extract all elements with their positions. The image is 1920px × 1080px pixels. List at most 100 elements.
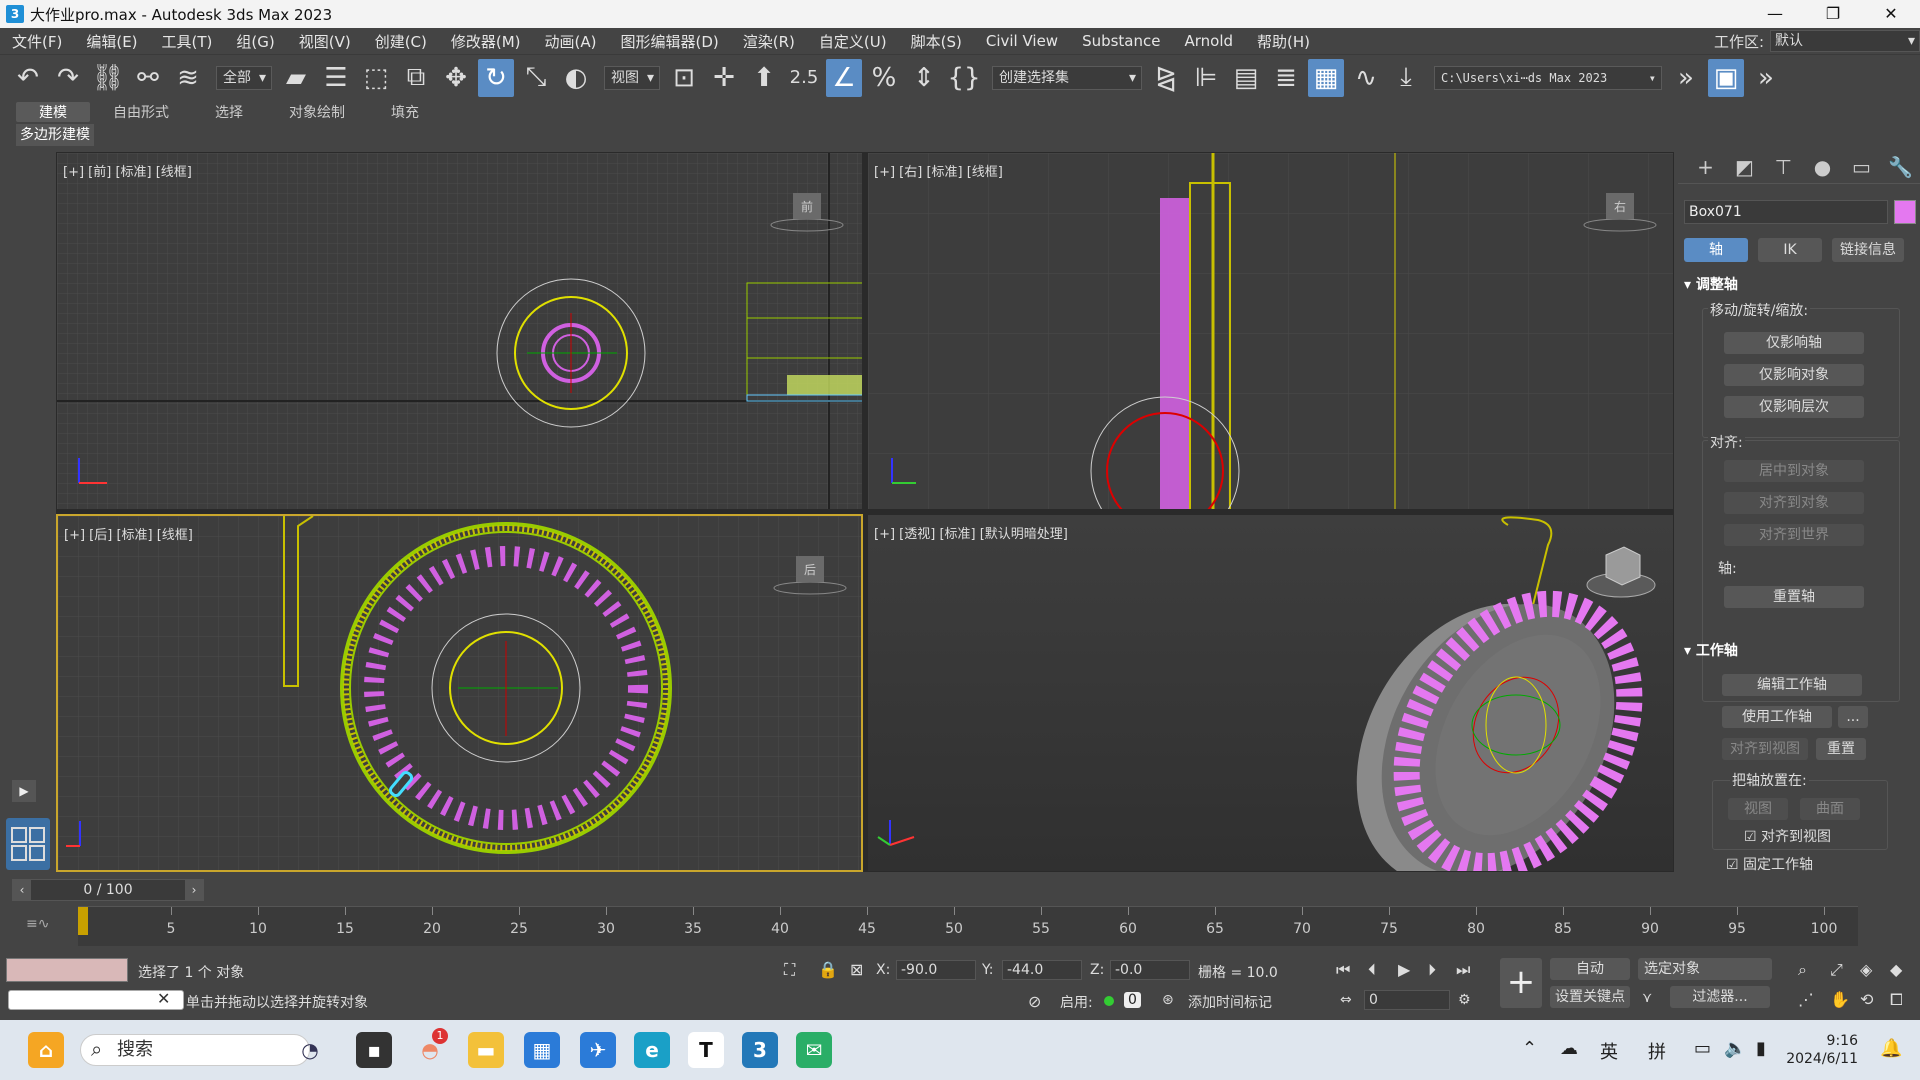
menu-customize[interactable]: 自定义(U) (807, 31, 899, 52)
expand-viewport-layout-icon[interactable]: ▶ (12, 780, 36, 802)
maxscript-listener-field[interactable] (6, 958, 128, 982)
reset-working-pivot-button[interactable]: 重置 (1816, 738, 1866, 760)
select-place-icon[interactable]: ◐ (558, 59, 594, 97)
minimize-button[interactable]: — (1746, 0, 1804, 28)
notification-bell-icon[interactable]: 🔔 (1880, 1038, 1902, 1059)
schematic-view-icon[interactable]: ⤓ (1388, 59, 1424, 97)
z-coord-field[interactable]: -0.0 (1110, 960, 1190, 980)
align-icon[interactable]: ⊫ (1188, 59, 1224, 97)
menu-civil-view[interactable]: Civil View (974, 32, 1070, 50)
set-key-icon[interactable]: + (1500, 958, 1542, 1008)
zoom-icon[interactable]: ⌕ (1798, 960, 1807, 980)
menu-help[interactable]: 帮助(H) (1245, 31, 1322, 52)
goto-start-icon[interactable]: ⏮ (1336, 960, 1350, 980)
link-info-tab-button[interactable]: 链接信息 (1832, 238, 1904, 262)
place-on-surface-button[interactable]: 曲面 (1800, 798, 1860, 820)
select-scale-icon[interactable]: ⤡ (518, 59, 554, 97)
current-time-marker[interactable] (78, 907, 88, 935)
close-preview-icon[interactable]: ✕ (157, 989, 170, 1008)
utilities-tab-icon[interactable]: 🔧 (1881, 155, 1920, 179)
input-lang[interactable]: 英 (1600, 1038, 1618, 1064)
typora-icon[interactable]: T (688, 1032, 724, 1068)
time-tag-icon[interactable]: ⊛ (1162, 992, 1174, 1008)
set-key-button[interactable]: 设置关键点 (1550, 986, 1630, 1008)
viewport-back[interactable]: [+] [后] [标准] [线框] 后 (56, 514, 863, 872)
spinner-snap-icon[interactable]: ⇕ (906, 59, 942, 97)
maximize-button[interactable]: ❐ (1804, 0, 1862, 28)
viewport-front-label[interactable]: [+] [前] [标准] [线框] (63, 161, 192, 180)
close-window-button[interactable]: ✕ (1862, 0, 1920, 28)
pan-icon[interactable]: ✋ (1830, 990, 1850, 1009)
orbit-icon[interactable]: ⟲ (1860, 990, 1873, 1009)
zoom-extents-icon[interactable]: ◈ (1860, 960, 1872, 979)
working-pivot-header[interactable]: ▾ 工作轴 (1684, 640, 1914, 662)
store-icon[interactable]: ▦ (524, 1032, 560, 1068)
menu-graph-editors[interactable]: 图形编辑器(D) (609, 31, 731, 52)
mirror-icon[interactable]: ⧎ (1148, 59, 1184, 97)
ime-mode[interactable]: 拼 (1648, 1038, 1666, 1064)
create-tab-icon[interactable]: + (1686, 155, 1725, 179)
key-filters-icon[interactable]: ⋎ (1642, 990, 1652, 1006)
maximize-viewport-icon[interactable]: ⧠ (1890, 990, 1903, 1010)
prev-key-icon[interactable]: ⏴ (1368, 960, 1376, 980)
selection-set-dropdown[interactable]: 选定对象 (1638, 958, 1772, 980)
menu-animation[interactable]: 动画(A) (533, 31, 609, 52)
viewport-right[interactable]: [+] [右] [标准] [线框] 右 (867, 152, 1674, 510)
adaptive-degradation-icon[interactable]: ⊘ (1028, 992, 1041, 1011)
menu-substance[interactable]: Substance (1070, 32, 1172, 50)
track-bar[interactable]: 0510152025303540455055606570758085909510… (78, 906, 1858, 946)
time-config-icon[interactable]: ⚙ (1458, 992, 1471, 1008)
menu-views[interactable]: 视图(V) (287, 31, 363, 52)
undo-icon[interactable]: ↶ (10, 59, 46, 97)
keyboard-shortcut-override-icon[interactable]: ⬆ (746, 59, 782, 97)
menu-scripting[interactable]: 脚本(S) (899, 31, 974, 52)
window-crossing-icon[interactable]: ⧉ (398, 59, 434, 97)
menu-tools[interactable]: 工具(T) (150, 31, 225, 52)
rect-select-region-icon[interactable]: ⬚ (358, 59, 394, 97)
align-to-world-button[interactable]: 对齐到世界 (1724, 524, 1864, 546)
edit-named-sel-icon[interactable]: {} (946, 59, 982, 97)
orbit-toggle-icon[interactable]: 0 (1124, 992, 1141, 1008)
pivot-center-icon[interactable]: ⊡ (666, 59, 702, 97)
angle-snap-icon[interactable]: ∠ (826, 58, 862, 97)
start-button-icon[interactable]: ⌂ (28, 1032, 64, 1068)
motion-tab-icon[interactable]: ● (1803, 155, 1842, 179)
render-setup-icon[interactable]: ▣ (1708, 58, 1744, 97)
viewport-layout-icon[interactable] (6, 818, 50, 870)
tray-overflow-icon[interactable]: ⌃ (1522, 1038, 1537, 1059)
viewport-front[interactable]: [+] [前] [标准] [线框] 前 (56, 152, 863, 510)
more-tools-icon[interactable]: » (1668, 59, 1704, 97)
affect-object-only-button[interactable]: 仅影响对象 (1724, 364, 1864, 386)
select-move-icon[interactable]: ✥ (438, 59, 474, 97)
field-of-view-icon[interactable]: ⋰ (1798, 990, 1814, 1009)
modify-tab-icon[interactable]: ◩ (1725, 155, 1764, 179)
align-to-view-checkbox[interactable]: ☑ 对齐到视图 (1744, 826, 1831, 846)
project-path-dropdown[interactable]: C:\Users\xi⋯ds Max 2023 (1434, 65, 1662, 90)
select-by-name-icon[interactable]: ☰ (318, 59, 354, 97)
x-coord-field[interactable]: -90.0 (896, 960, 976, 980)
align-to-object-button[interactable]: 对齐到对象 (1724, 492, 1864, 514)
viewport-perspective-label[interactable]: [+] [透视] [标准] [默认明暗处理] (874, 523, 1068, 542)
layer-explorer-icon[interactable]: ≣ (1268, 59, 1304, 97)
curve-editor-mini-icon[interactable]: ≡∿ (26, 916, 49, 932)
menu-modifiers[interactable]: 修改器(M) (439, 31, 533, 52)
zoom-extents-all-icon[interactable]: ◆ (1890, 960, 1902, 979)
more-render-icon[interactable]: » (1748, 59, 1784, 97)
fixed-working-pivot-checkbox[interactable]: ☑ 固定工作轴 (1726, 854, 1813, 874)
system-clock[interactable]: 9:16 2024/6/11 (1786, 1032, 1858, 1068)
taskbar-preview-thumbnail[interactable]: ✕ (8, 989, 184, 1010)
ribbon-tab-selection[interactable]: 选择 (192, 102, 266, 122)
percent-snap-icon[interactable]: % (866, 59, 902, 97)
toggle-ribbon-icon[interactable]: ▦ (1308, 58, 1344, 97)
task-view-icon[interactable]: ▪ (356, 1032, 392, 1068)
volume-icon[interactable]: 🔈 (1724, 1038, 1746, 1059)
current-frame-field[interactable]: 0 (1364, 990, 1450, 1010)
ribbon-tab-object-paint[interactable]: 对象绘制 (266, 102, 368, 122)
affect-pivot-only-button[interactable]: 仅影响轴 (1724, 332, 1864, 354)
onedrive-icon[interactable]: ☁ (1560, 1038, 1578, 1059)
viewport-perspective[interactable]: [+] [透视] [标准] [默认明暗处理] (867, 514, 1674, 872)
scene-explorer-icon[interactable]: ▤ (1228, 59, 1264, 97)
taskbar-search[interactable]: 搜索 (80, 1034, 310, 1066)
select-object-icon[interactable]: ▰ (278, 59, 314, 97)
file-explorer-icon[interactable]: ▬ (468, 1032, 504, 1068)
